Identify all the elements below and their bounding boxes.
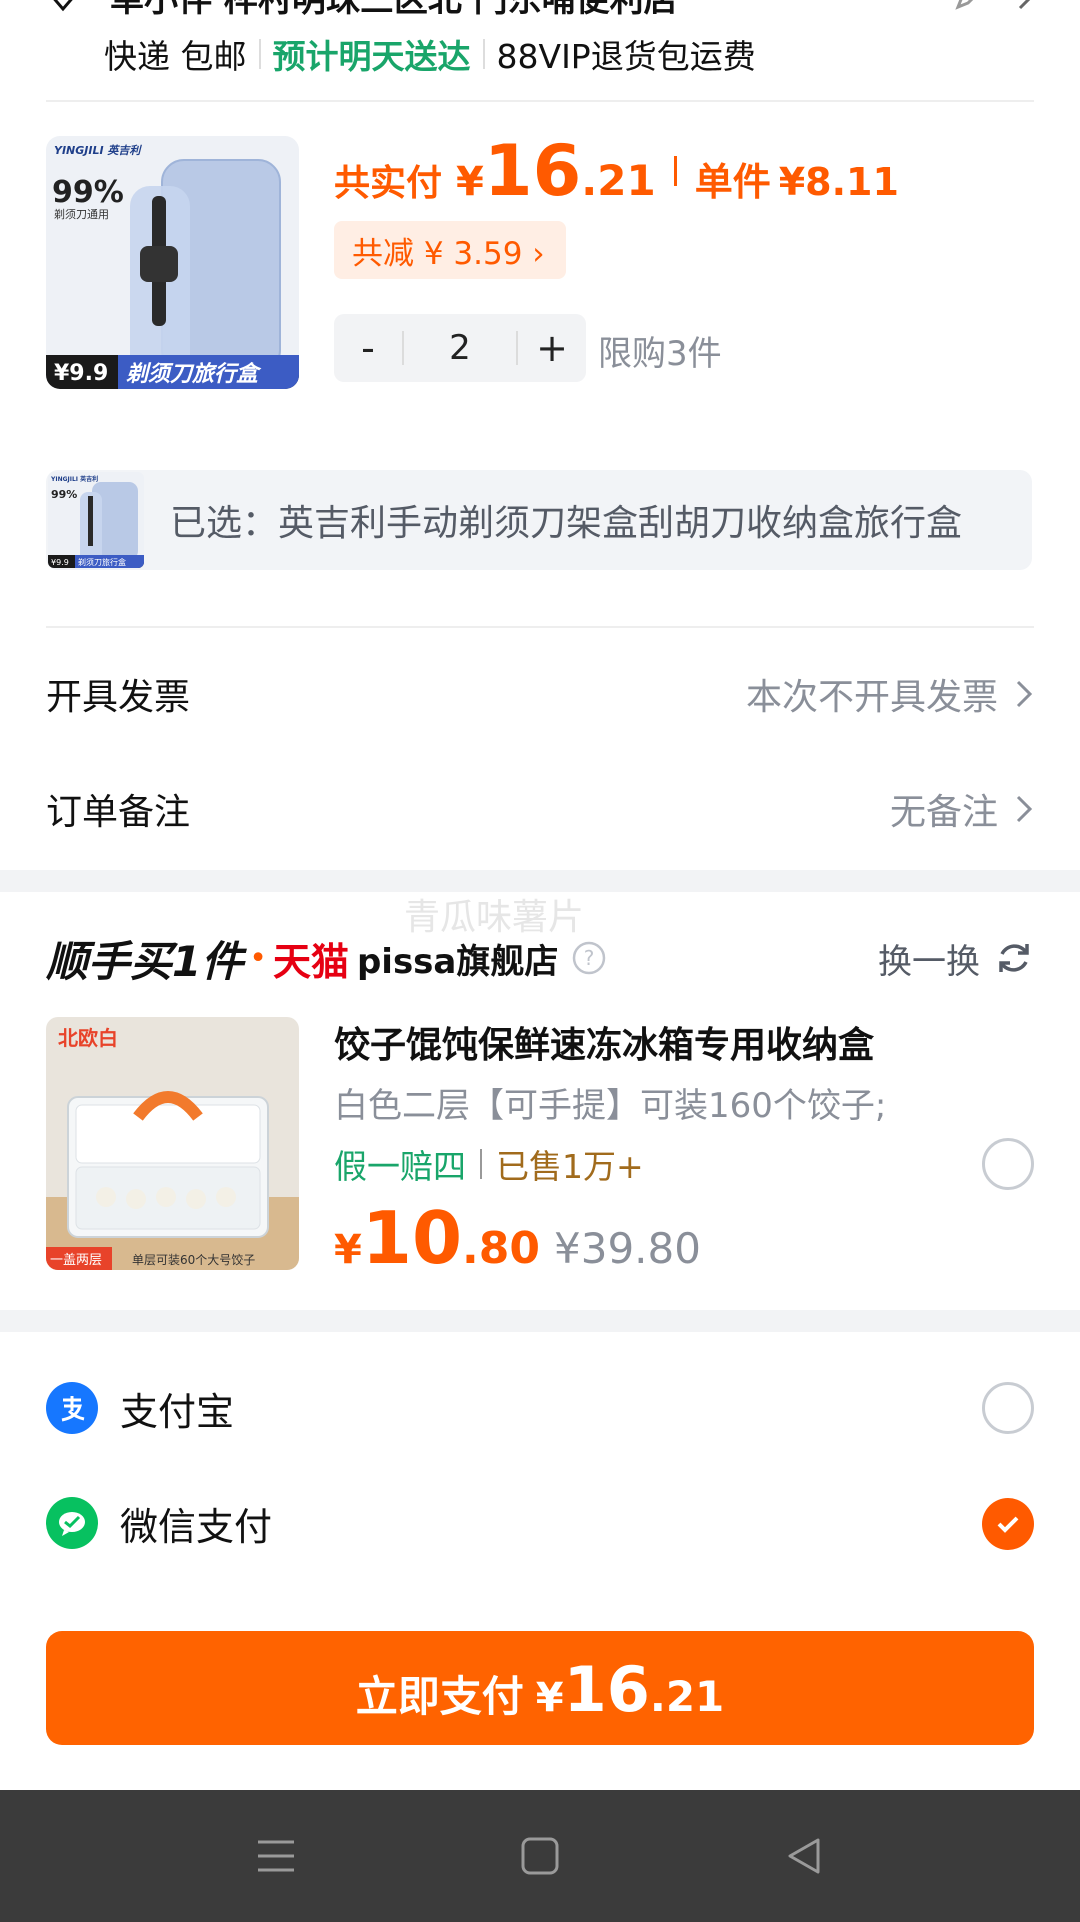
edit-icon[interactable] — [952, 0, 986, 13]
address-text: 单小伴 桦村明珠三区北 门东哺便利店 — [110, 0, 678, 21]
separator — [480, 1149, 482, 1179]
delivery-eta: 预计明天送达 — [272, 37, 471, 76]
svg-text:99%: 99% — [52, 175, 124, 210]
delivery-express: 快递 包邮 — [104, 37, 247, 76]
total-label: 共实付 — [334, 163, 443, 204]
guarantee-tag: 假一赔四 — [334, 1147, 466, 1186]
price-dec: .80 — [462, 1223, 540, 1274]
invoice-row[interactable]: 开具发票 本次不开具发票 — [46, 664, 1034, 724]
svg-text:¥9.9: ¥9.9 — [51, 558, 69, 567]
svg-text:¥9.9: ¥9.9 — [54, 361, 108, 386]
divider — [46, 626, 1034, 628]
quantity-stepper[interactable]: - 2 + — [334, 314, 586, 382]
menu-icon[interactable] — [254, 1834, 298, 1878]
decrease-button[interactable]: - — [334, 326, 402, 370]
section-gap — [0, 1310, 1080, 1332]
tmall-label: 天猫 — [272, 939, 349, 984]
separator — [258, 39, 261, 69]
wechat-pay-label: 微信支付 — [120, 1504, 273, 1549]
svg-text:YINGJILI 英吉利: YINGJILI 英吉利 — [54, 144, 142, 157]
total-int: 16 — [483, 130, 582, 212]
alipay-icon — [46, 1382, 98, 1434]
svg-text:99%: 99% — [51, 488, 77, 501]
unit-price: ¥8.11 — [778, 160, 899, 204]
price-int: 10 — [361, 1196, 463, 1280]
remark-value: 无备注 — [889, 792, 998, 833]
selected-variant[interactable]: YINGJILI 英吉利 99% ¥9.9 剃须刀旅行盒 已选：英吉利手动剃须刀… — [46, 470, 1032, 570]
svg-text:YINGJILI 英吉利: YINGJILI 英吉利 — [50, 475, 98, 483]
product-image[interactable]: YINGJILI 英吉利 99% 剃须刀通用 ¥9.9 剃须刀旅行盒 — [46, 136, 299, 389]
svg-text:一盖两层: 一盖两层 — [50, 1253, 102, 1268]
add-on-header: 顺手买1件 • 天猫 pissa旗舰店 ? 换一换 — [46, 930, 1034, 986]
add-on-title[interactable]: 饺子馄饨保鲜速冻冰箱专用收纳盒 — [334, 1016, 874, 1068]
swap-button[interactable]: 换一换 — [878, 934, 1034, 983]
chevron-right-icon — [1018, 0, 1031, 10]
help-icon[interactable]: ? — [572, 941, 606, 975]
delivery-info: 快递 包邮 预计明天送达 88VIP退货包运费 — [104, 30, 756, 78]
variant-thumbnail: YINGJILI 英吉利 99% ¥9.9 剃须刀旅行盒 — [48, 472, 144, 568]
alipay-option[interactable]: 支付宝 — [46, 1378, 1034, 1438]
checkout-page: 单小伴 桦村明珠三区北 门东哺便利店 快递 包邮 预计明天送达 88VIP退货包… — [0, 0, 1080, 1922]
alipay-radio[interactable] — [982, 1382, 1034, 1434]
pay-now-label: 立即支付 — [355, 1672, 524, 1721]
total-price: 共实付 ¥ 16 .21 单件 ¥8.11 — [334, 130, 899, 212]
divider — [46, 100, 1034, 102]
pay-now-button[interactable]: 立即支付 ¥ 16 .21 — [46, 1631, 1034, 1745]
add-on-tags: 假一赔四 已售1万+ — [334, 1140, 644, 1188]
increase-button[interactable]: + — [518, 326, 586, 370]
refresh-icon — [999, 944, 1029, 972]
remark-row[interactable]: 订单备注 无备注 — [46, 779, 1034, 839]
purchase-limit: 限购3件 — [598, 334, 722, 374]
back-icon[interactable] — [782, 1834, 826, 1878]
add-on-select-radio[interactable] — [982, 1138, 1034, 1190]
wechat-pay-icon — [46, 1497, 98, 1549]
quantity-value[interactable]: 2 — [402, 331, 518, 365]
vip-return-note: 88VIP退货包运费 — [496, 37, 756, 76]
currency-symbol: ¥ — [456, 159, 484, 205]
wechat-pay-radio[interactable] — [982, 1498, 1034, 1550]
svg-text:剃须刀通用: 剃须刀通用 — [54, 208, 109, 221]
checkmark-icon — [997, 1516, 1019, 1533]
currency-symbol: ¥ — [535, 1675, 564, 1721]
pay-int: 16 — [563, 1653, 650, 1726]
alipay-label: 支付宝 — [120, 1389, 235, 1434]
currency-symbol: ¥ — [334, 1227, 362, 1273]
location-icon — [53, 0, 73, 12]
wechat-pay-option[interactable]: 微信支付 — [46, 1493, 1034, 1553]
add-on-brand: 顺手买1件 — [46, 936, 244, 986]
invoice-value: 本次不开具发票 — [745, 677, 998, 718]
original-price: ¥39.80 — [554, 1224, 701, 1273]
chevron-right-icon — [1016, 680, 1033, 708]
svg-text:剃须刀旅行盒: 剃须刀旅行盒 — [78, 557, 126, 567]
separator — [673, 156, 677, 186]
swap-label: 换一换 — [878, 941, 980, 982]
chevron-right-icon — [1016, 795, 1033, 823]
invoice-label: 开具发票 — [46, 677, 191, 718]
sales-tag: 已售1万+ — [496, 1147, 644, 1186]
dot-separator: • — [249, 940, 267, 976]
add-on-sku[interactable]: 白色二层【可手提】可装160个饺子; — [334, 1078, 886, 1127]
unit-label: 单件 — [694, 160, 771, 204]
selected-variant-text: 已选：英吉利手动剃须刀架盒刮胡刀收纳盒旅行盒 — [170, 503, 963, 544]
remark-label: 订单备注 — [46, 792, 191, 833]
total-dec: .21 — [581, 156, 656, 205]
svg-text:北欧白: 北欧白 — [58, 1026, 118, 1050]
svg-text:?: ? — [584, 946, 595, 970]
add-on-product-image[interactable]: 北欧白 一盖两层 单层可装60个大号饺子 — [46, 1017, 299, 1270]
separator — [482, 39, 485, 69]
svg-text:单层可装60个大号饺子: 单层可装60个大号饺子 — [132, 1252, 255, 1267]
system-nav-bar — [0, 1790, 1080, 1922]
pay-dec: .21 — [649, 1672, 725, 1721]
home-icon[interactable] — [518, 1834, 562, 1878]
address-row[interactable]: 单小伴 桦村明珠三区北 门东哺便利店 — [46, 0, 1036, 20]
add-on-price: ¥ 10 .80 ¥39.80 — [334, 1196, 701, 1280]
svg-text:剃须刀旅行盒: 剃须刀旅行盒 — [126, 361, 262, 387]
store-name[interactable]: pissa旗舰店 — [357, 934, 558, 983]
discount-tag[interactable]: 共减 ¥ 3.59 › — [334, 221, 566, 279]
